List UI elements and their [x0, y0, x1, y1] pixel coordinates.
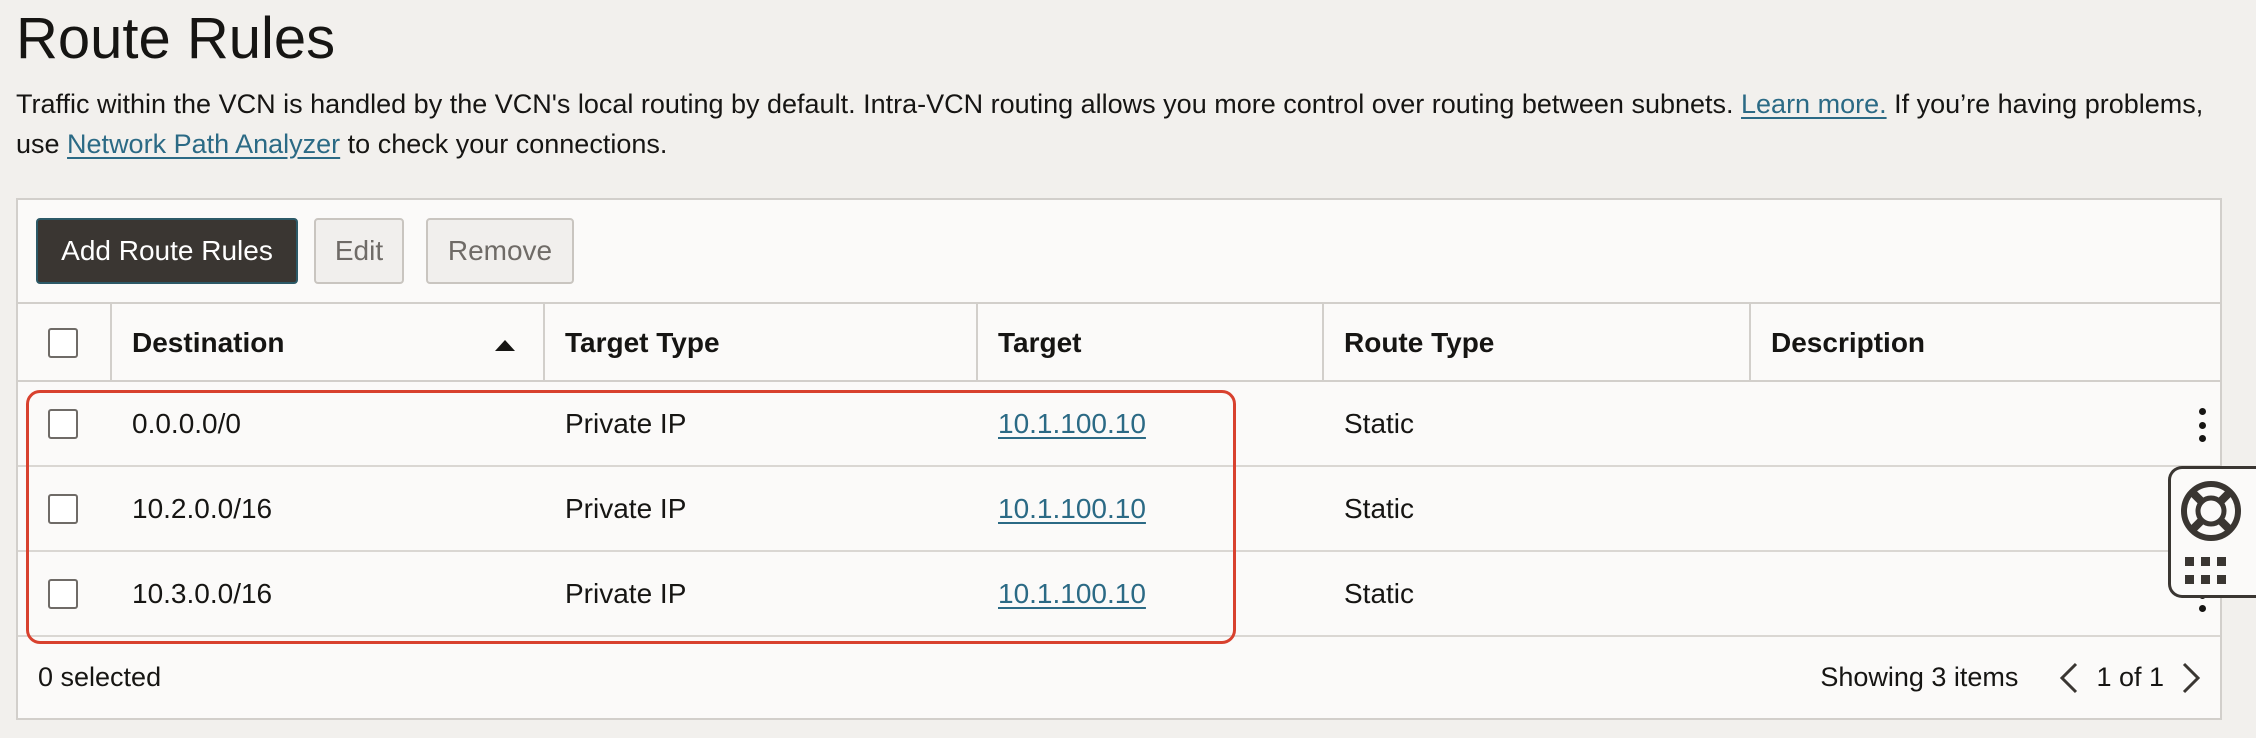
sort-ascending-icon[interactable]	[495, 340, 515, 351]
column-header-target-type-label: Target Type	[565, 327, 720, 358]
learn-more-link[interactable]: Learn more.	[1741, 89, 1887, 119]
column-header-route-type[interactable]: Route Type	[1324, 304, 1751, 382]
table-header: Destination Target Type Target Route Typ…	[18, 302, 2220, 382]
toolbar: Add Route Rules Edit Remove	[18, 200, 2220, 302]
help-widget[interactable]	[2168, 466, 2256, 598]
apps-grid-icon[interactable]	[2181, 555, 2241, 589]
row-select-cell	[18, 552, 112, 635]
description-cell	[1751, 467, 2222, 550]
route-type-cell: Static	[1344, 577, 1415, 609]
showing-items-text: Showing 3 items	[1820, 662, 2019, 692]
chevron-left-icon[interactable]	[2056, 658, 2082, 698]
target-cell: 10.1.100.10	[978, 552, 1324, 635]
target-cell: 10.1.100.10	[978, 467, 1324, 550]
intro-text-part-1: Traffic within the VCN is handled by the…	[16, 89, 1742, 119]
intro-text-part-3: to check your connections.	[340, 129, 668, 159]
column-header-target-type[interactable]: Target Type	[545, 304, 978, 382]
add-route-rules-button[interactable]: Add Route Rules	[36, 218, 298, 284]
column-header-target-label: Target	[998, 327, 1082, 358]
table-row: 10.3.0.0/16 Private IP 10.1.100.10 Stati…	[18, 552, 2220, 637]
select-all-checkbox[interactable]	[48, 328, 78, 358]
route-rules-panel: Add Route Rules Edit Remove Destination …	[16, 198, 2222, 720]
target-cell: 10.1.100.10	[978, 382, 1324, 465]
table-footer: 0 selected Showing 3 items 1 of 1	[18, 637, 2220, 718]
route-type-cell: Static	[1344, 407, 1415, 439]
route-type-cell: Static	[1344, 492, 1415, 524]
chevron-right-icon[interactable]	[2178, 658, 2204, 698]
network-path-analyzer-link[interactable]: Network Path Analyzer	[67, 129, 340, 159]
kebab-menu-icon[interactable]	[2198, 408, 2206, 442]
column-header-description-label: Description	[1771, 327, 1926, 358]
header-select-cell	[18, 304, 112, 382]
destination-cell: 10.3.0.0/16	[132, 577, 273, 609]
target-type-cell: Private IP	[565, 492, 687, 524]
pagination: Showing 3 items 1 of 1	[1820, 637, 2204, 718]
row-checkbox[interactable]	[48, 578, 78, 609]
column-header-destination[interactable]: Destination	[112, 304, 545, 382]
edit-button[interactable]: Edit	[314, 218, 404, 284]
column-header-route-type-label: Route Type	[1344, 327, 1495, 358]
description-cell	[1751, 552, 2222, 635]
destination-cell: 0.0.0.0/0	[132, 407, 241, 439]
route-rules-table: Destination Target Type Target Route Typ…	[18, 302, 2220, 637]
intro-text: Traffic within the VCN is handled by the…	[16, 84, 2236, 164]
description-cell	[1751, 382, 2222, 465]
table-row: 10.2.0.0/16 Private IP 10.1.100.10 Stati…	[18, 467, 2220, 552]
target-link[interactable]: 10.1.100.10	[998, 493, 1146, 525]
row-checkbox[interactable]	[48, 493, 78, 524]
row-select-cell	[18, 467, 112, 550]
column-header-destination-label: Destination	[132, 327, 285, 358]
target-link[interactable]: 10.1.100.10	[998, 408, 1146, 440]
page-indicator: 1 of 1	[2096, 662, 2164, 692]
target-type-cell: Private IP	[565, 407, 687, 439]
page-title: Route Rules	[16, 6, 336, 71]
row-select-cell	[18, 382, 112, 465]
column-header-description[interactable]: Description	[1751, 304, 2222, 382]
remove-button[interactable]: Remove	[426, 218, 574, 284]
target-link[interactable]: 10.1.100.10	[998, 578, 1146, 610]
column-header-target[interactable]: Target	[978, 304, 1324, 382]
target-type-cell: Private IP	[565, 577, 687, 609]
selected-count: 0 selected	[38, 662, 162, 692]
row-checkbox[interactable]	[48, 408, 78, 439]
table-row: 0.0.0.0/0 Private IP 10.1.100.10 Static	[18, 382, 2220, 467]
lifebuoy-icon[interactable]	[2179, 479, 2243, 543]
destination-cell: 10.2.0.0/16	[132, 492, 273, 524]
